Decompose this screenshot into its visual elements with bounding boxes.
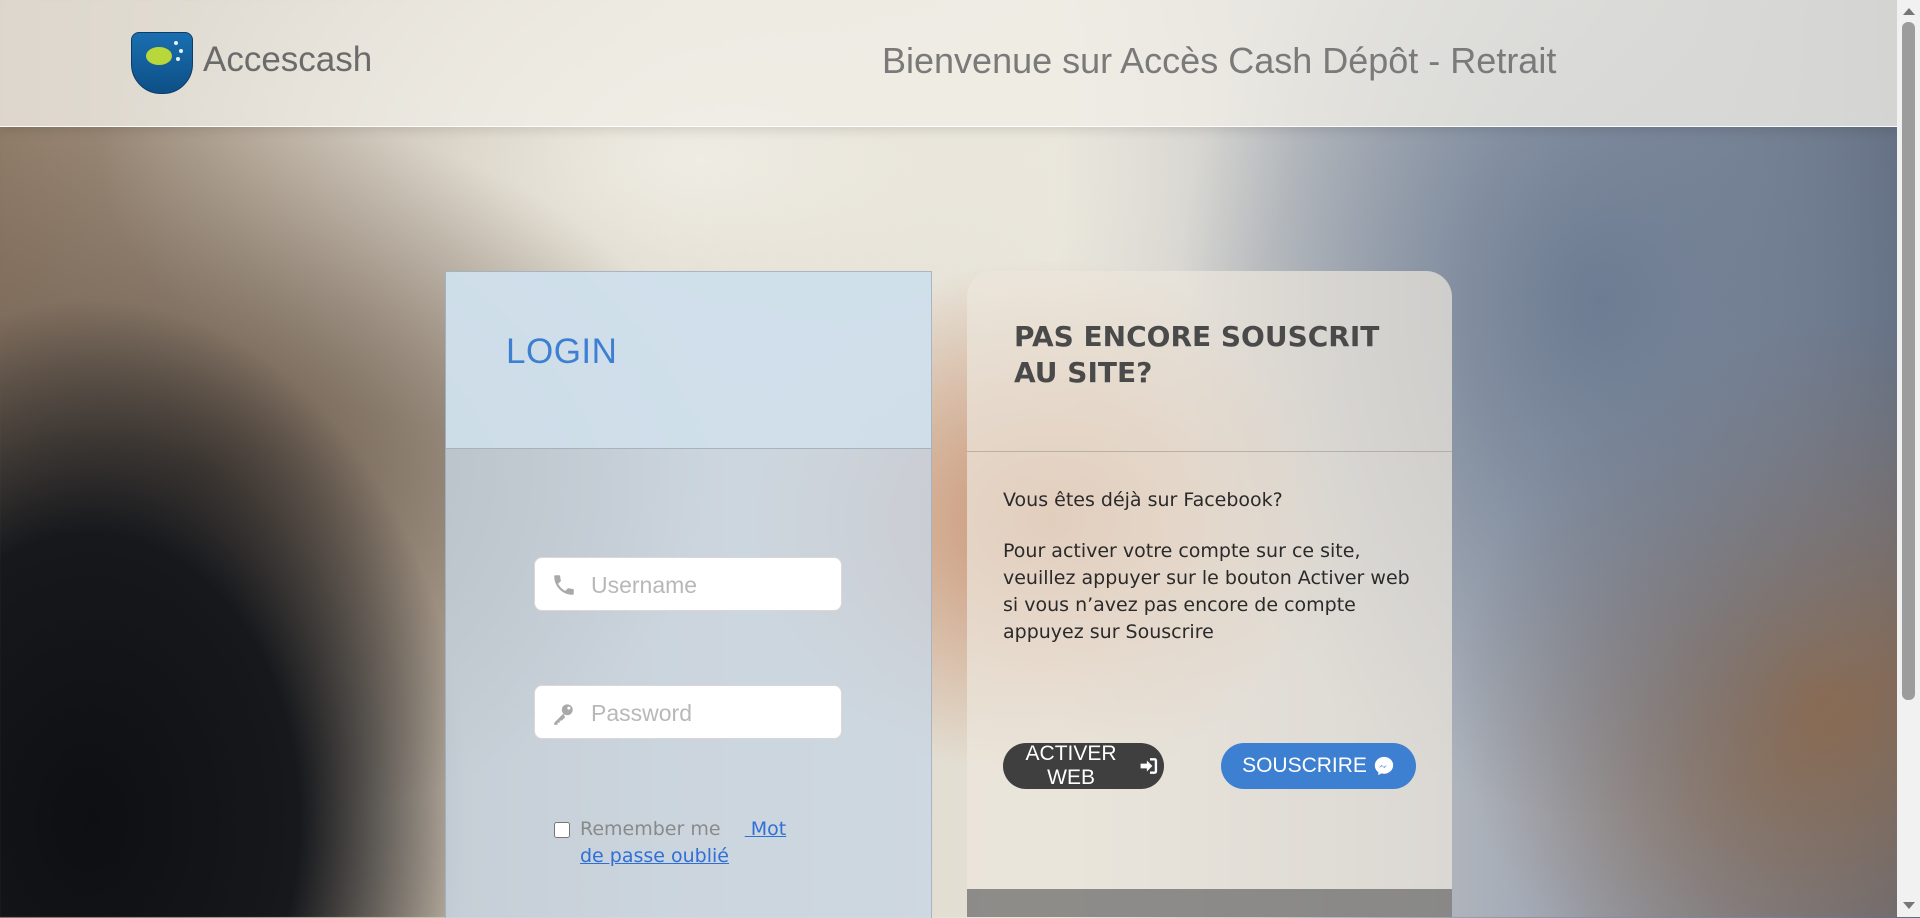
password-input[interactable] <box>589 694 833 732</box>
scroll-up-icon[interactable] <box>1903 8 1915 15</box>
brand-name[interactable]: Accescash <box>203 40 372 80</box>
key-icon <box>554 704 573 725</box>
signup-panel-header: PAS ENCORE SOUSCRIT AU SITE? <box>967 271 1452 452</box>
top-header: Accescash Bienvenue sur Accès Cash Dépôt… <box>0 0 1897 127</box>
signup-body: Vous êtes déjà sur Facebook? Pour active… <box>1003 487 1428 670</box>
phone-icon <box>554 575 574 595</box>
logo-bubble <box>174 41 178 45</box>
welcome-title: Bienvenue sur Accès Cash Dépôt - Retrait <box>882 40 1557 81</box>
sign-in-icon <box>1140 758 1158 774</box>
signup-panel: PAS ENCORE SOUSCRIT AU SITE? Vous êtes d… <box>967 271 1452 917</box>
login-title: LOGIN <box>506 332 618 371</box>
souscrire-label: SOUSCRIRE <box>1242 754 1367 777</box>
remember-checkbox[interactable] <box>554 822 570 838</box>
username-field[interactable] <box>534 557 842 611</box>
logo-bubble <box>179 49 183 53</box>
scroll-down-icon[interactable] <box>1903 902 1915 909</box>
facebook-question: Vous êtes déjà sur Facebook? <box>1003 489 1283 511</box>
logo-emblem <box>146 47 172 65</box>
souscrire-button[interactable]: SOUSCRIRE <box>1221 743 1416 789</box>
remember-label: Remember me <box>580 818 721 840</box>
remember-row: Remember me Mot de passe oublié <box>554 816 814 870</box>
password-field[interactable] <box>534 685 842 739</box>
activer-web-button[interactable]: ACTIVER WEB <box>1003 742 1164 789</box>
login-panel: LOGIN Remember me Mot de passe oublié <box>445 271 932 918</box>
signup-panel-footer <box>967 889 1452 917</box>
username-input[interactable] <box>589 566 833 604</box>
logo-bubble <box>176 57 180 61</box>
accescash-logo-icon[interactable] <box>131 32 193 94</box>
remember-text: Remember me Mot de passe oublié <box>554 816 814 870</box>
vertical-scrollbar[interactable] <box>1897 0 1920 917</box>
scrollbar-thumb[interactable] <box>1902 22 1915 700</box>
messenger-icon <box>1374 756 1394 776</box>
activer-web-label: ACTIVER WEB <box>1025 742 1117 789</box>
login-panel-header: LOGIN <box>446 272 931 449</box>
signup-instructions: Pour activer votre compte sur ce site, v… <box>1003 540 1410 643</box>
signup-title: PAS ENCORE SOUSCRIT AU SITE? <box>1014 320 1380 389</box>
